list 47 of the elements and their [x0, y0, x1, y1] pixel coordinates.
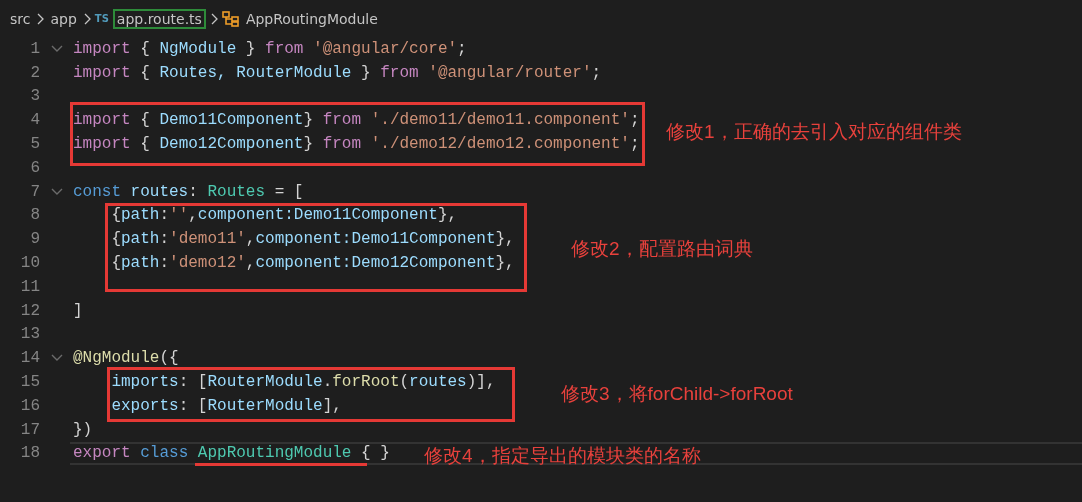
code-line: {path:'',component:Demo11Component}, [110, 206, 458, 225]
typescript-icon: TS [94, 13, 109, 24]
annotation-note: 修改3，将forChild->forRoot [561, 382, 793, 406]
line-number: 15 [19, 373, 40, 392]
fold-chevron-icon[interactable] [49, 186, 64, 197]
line-number: 9 [29, 230, 40, 249]
chevron-icon [36, 12, 45, 25]
annotation-note: 修改2，配置路由词典 [571, 237, 753, 261]
line-number: 17 [19, 420, 40, 439]
code-line: import { Demo12Component} from './demo12/demo12.component'; [73, 135, 640, 154]
code-line: import { Routes, RouterModule } from '@angular/router'; [73, 63, 602, 82]
code-line: {path:'demo11',component:Demo11Component}, [110, 230, 515, 249]
line-number: 8 [29, 206, 40, 225]
code-line: exports: [RouterModule], [110, 396, 342, 415]
code-line: imports: [RouterModule.forRoot(routes)], [110, 373, 496, 392]
breadcrumb-item[interactable]: AppRoutingModule [243, 9, 380, 28]
chevron-icon [82, 12, 91, 25]
line-number: 2 [29, 63, 40, 82]
code-line: ] [73, 301, 83, 320]
line-number: 1 [29, 39, 40, 58]
code-line: import { Demo11Component} from './demo11/demo11.component'; [73, 111, 640, 130]
module-icon [221, 10, 240, 27]
line-number: 3 [29, 87, 40, 106]
breadcrumb-item[interactable]: app.route.ts [112, 8, 206, 29]
line-number: 4 [29, 111, 40, 130]
breadcrumb-item[interactable]: app [48, 9, 79, 28]
line-number: 14 [19, 349, 40, 368]
line-number: 13 [19, 325, 40, 344]
line-number: 10 [19, 254, 40, 273]
line-number: 18 [19, 444, 40, 463]
code-line: }) [73, 420, 93, 439]
line-number: 11 [19, 277, 40, 296]
code-line: import { NgModule } from '@angular/core'; [73, 39, 467, 58]
code-line: {path:'demo12',component:Demo12Component}, [110, 254, 515, 273]
code-line: export class AppRoutingModule { } [73, 444, 390, 463]
line-number: 6 [29, 158, 40, 177]
fold-chevron-icon[interactable] [49, 43, 64, 54]
code-line: @NgModule({ [73, 349, 179, 368]
chevron-icon [209, 12, 218, 25]
line-number: 16 [19, 396, 40, 415]
breadcrumb-item[interactable]: src [8, 9, 33, 28]
line-number: 5 [29, 135, 40, 154]
code-line: const routes: Routes = [ [73, 182, 304, 201]
line-number: 7 [29, 182, 40, 201]
line-number: 12 [19, 301, 40, 320]
annotation-note: 修改4，指定导出的模块类的名称 [424, 444, 701, 468]
annotation-note: 修改1，正确的去引入对应的组件类 [666, 120, 962, 144]
